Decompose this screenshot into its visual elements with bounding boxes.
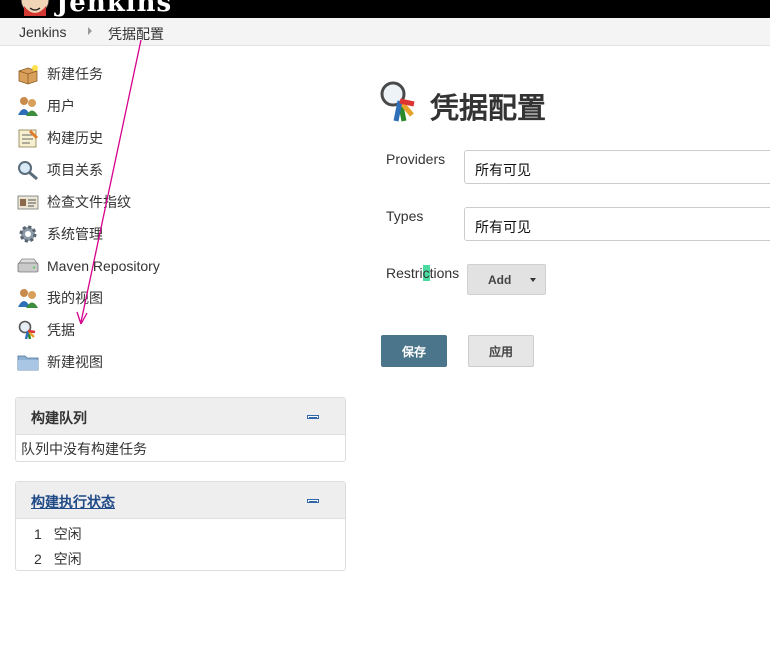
- credentials-icon: [380, 81, 415, 122]
- users-icon: [18, 97, 38, 116]
- credentials-icon: [18, 320, 36, 340]
- collapse-icon[interactable]: [307, 415, 319, 419]
- sidebar-item-my-views[interactable]: 我的视图: [16, 286, 103, 310]
- sidebar-item-label: 新建任务: [47, 66, 103, 82]
- sidebar-item-label: 系统管理: [47, 226, 103, 242]
- sidebar-item-label: 凭据: [47, 322, 75, 338]
- providers-label: Providers: [386, 151, 446, 167]
- sidebar-item-users[interactable]: 用户: [16, 94, 75, 118]
- logo-text[interactable]: Jenkins: [56, 0, 172, 18]
- chevron-down-icon: [530, 278, 536, 282]
- types-label: Types: [386, 208, 424, 224]
- breadcrumb-jenkins[interactable]: Jenkins: [19, 24, 66, 40]
- sidebar-item-project-relationship[interactable]: 项目关系: [16, 158, 103, 182]
- breadcrumb-credentials-config[interactable]: 凭据配置: [108, 24, 164, 44]
- sidebar-item-manage-jenkins[interactable]: 系统管理: [16, 222, 103, 246]
- collapse-icon[interactable]: [307, 499, 319, 503]
- breadcrumb: Jenkins 凭据配置: [0, 18, 770, 46]
- executor-status-panel: 构建执行状态 1 空闲 2 空闲: [15, 481, 346, 571]
- sidebar-item-label: Maven Repository: [47, 258, 160, 274]
- sidebar-item-fingerprint[interactable]: 检查文件指纹: [16, 190, 131, 214]
- users-icon: [18, 289, 38, 308]
- fingerprint-icon: [17, 195, 39, 210]
- sidebar-item-credentials[interactable]: 凭据: [16, 318, 75, 342]
- build-queue-panel: 构建队列 队列中没有构建任务: [15, 397, 346, 462]
- providers-select[interactable]: 所有可见: [464, 150, 770, 184]
- add-button-label: Add: [488, 273, 512, 287]
- restrictions-label: Restrictions: [386, 265, 459, 281]
- new-package-icon: [18, 65, 38, 85]
- providers-value: 所有可见: [475, 162, 531, 178]
- sidebar-item-label: 用户: [47, 98, 75, 114]
- drive-icon: [17, 258, 39, 273]
- gear-icon: [19, 225, 37, 243]
- top-header: Jenkins: [0, 0, 770, 18]
- executor-number: 1: [34, 526, 42, 542]
- sidebar-item-label: 构建历史: [47, 130, 103, 146]
- folder-icon: [17, 355, 39, 371]
- page-title: 凭据配置: [430, 93, 547, 125]
- breadcrumb-separator-icon: [88, 27, 92, 35]
- notepad-icon: [18, 129, 38, 148]
- sidebar-item-build-history[interactable]: 构建历史: [16, 126, 103, 150]
- executor-status-title[interactable]: 构建执行状态: [31, 492, 115, 512]
- sidebar-item-label: 项目关系: [47, 162, 103, 178]
- text-cursor-highlight: c: [422, 265, 430, 281]
- executor-number: 2: [34, 551, 42, 567]
- restrictions-label-part: Restri: [386, 265, 423, 281]
- executor-row: 2 空闲: [34, 549, 82, 569]
- jenkins-logo-icon[interactable]: [18, 0, 52, 16]
- sidebar-item-maven-repository[interactable]: Maven Repository: [16, 254, 160, 278]
- add-restriction-button[interactable]: Add: [467, 264, 546, 295]
- types-select[interactable]: 所有可见: [464, 207, 770, 241]
- apply-button[interactable]: 应用: [468, 335, 534, 367]
- sidebar-item-label: 我的视图: [47, 290, 103, 306]
- restrictions-label-part: tions: [429, 265, 460, 281]
- magnifier-icon: [18, 161, 38, 181]
- sidebar-item-new-job[interactable]: 新建任务: [16, 62, 103, 86]
- build-queue-empty-text: 队列中没有构建任务: [21, 441, 147, 457]
- build-queue-title: 构建队列: [31, 410, 87, 426]
- sidebar-item-label: 检查文件指纹: [47, 194, 131, 210]
- executor-status-header: 构建执行状态: [16, 482, 345, 519]
- sidebar-item-label: 新建视图: [47, 354, 103, 370]
- save-button[interactable]: 保存: [381, 335, 447, 367]
- types-value: 所有可见: [475, 219, 531, 235]
- build-queue-header: 构建队列: [16, 398, 345, 435]
- sidebar-item-new-view[interactable]: 新建视图: [16, 350, 103, 374]
- executor-state: 空闲: [53, 526, 82, 542]
- executor-state: 空闲: [53, 551, 82, 567]
- executor-row: 1 空闲: [34, 524, 82, 544]
